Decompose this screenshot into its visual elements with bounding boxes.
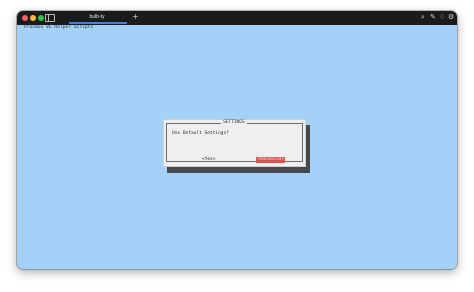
sidebar-toggle-icon[interactable] <box>45 14 55 22</box>
close-window-button[interactable] <box>22 15 28 21</box>
tab-title: bulb-ty <box>89 14 105 20</box>
dialog-title: SETTINGS <box>221 120 247 126</box>
tab-active-indicator <box>69 22 127 24</box>
gear-icon[interactable]: ⚙ <box>448 13 454 22</box>
zoom-window-button[interactable] <box>38 15 44 21</box>
wand-icon[interactable]: ✎ <box>430 13 436 22</box>
bulb-icon[interactable]: ♢ <box>439 13 445 22</box>
terminal-window: bulb-ty + ⌕ ✎ ♢ ⚙ Proxmox VE Helper Scri… <box>17 11 457 269</box>
search-icon[interactable]: ⌕ <box>421 13 425 22</box>
dialog-frame: SETTINGS Use Default Settings? <Yes> <Ad… <box>166 120 303 163</box>
advanced-button[interactable]: <Advanced> <box>256 157 286 163</box>
tab-active[interactable]: bulb-ty <box>61 11 133 25</box>
settings-dialog: SETTINGS Use Default Settings? <Yes> <Ad… <box>163 119 306 167</box>
title-bar: bulb-ty + ⌕ ✎ ♢ ⚙ <box>17 11 457 25</box>
dialog-message: Use Default Settings? <box>172 131 229 136</box>
minimize-window-button[interactable] <box>30 15 36 21</box>
new-tab-button[interactable]: + <box>132 12 139 22</box>
terminal-header-text: Proxmox VE Helper Scripts <box>24 25 94 30</box>
yes-button[interactable]: <Yes> <box>202 157 216 163</box>
